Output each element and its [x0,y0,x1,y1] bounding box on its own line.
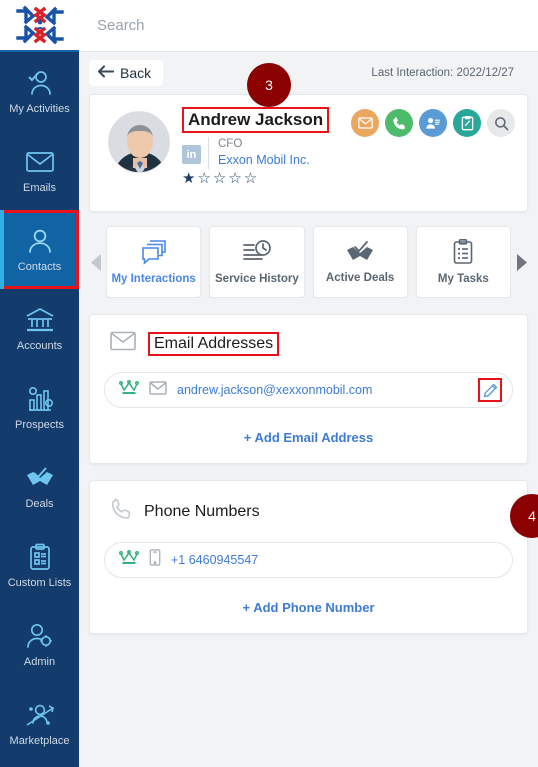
email-entry-row[interactable]: andrew.jackson@xexxonmobil.com [104,372,513,408]
clipboard-list-icon [28,542,52,572]
phone-numbers-section: Phone Numbers +1 6460945547 + Add Phone … [89,480,528,634]
clipboard-list-icon [452,239,474,268]
sidebar-item-contacts[interactable]: Contacts [0,210,79,289]
chat-stack-icon [140,239,168,268]
arrow-left-icon [97,65,115,81]
sidebar-item-label: Emails [22,182,56,194]
tabs-next-arrow[interactable] [514,253,528,271]
mobile-icon [149,549,161,571]
tab-service-history[interactable]: Service History [209,226,305,298]
sidebar: My Activities Emails Contacts Accounts P… [0,0,79,767]
sidebar-item-label: My Activities [9,103,70,115]
contact-action-buttons [351,109,515,137]
search-bar[interactable]: Search [79,0,538,52]
tab-list: My Interactions Service History Active D… [106,226,511,298]
app-root: My Activities Emails Contacts Accounts P… [0,0,538,767]
avatar [108,111,170,173]
phone-section-title: Phone Numbers [144,502,260,520]
user-icon [26,226,54,256]
phone-icon [110,497,132,526]
add-email-address-link[interactable]: + Add Email Address [104,430,513,445]
envelope-icon [110,331,136,356]
phone-section-header: Phone Numbers [104,497,513,526]
tabs-prev-arrow[interactable] [89,253,103,271]
contact-name: Andrew Jackson [182,107,330,133]
add-phone-number-link[interactable]: + Add Phone Number [104,600,513,615]
contact-meta: in CFO Exxon Mobil Inc. [182,137,515,169]
sidebar-item-label: Prospects [15,419,64,431]
phone-entry-row[interactable]: +1 6460945547 [104,542,513,578]
email-addresses-section: Email Addresses andrew.jackson@xexxonmob… [89,314,528,464]
app-logo[interactable] [0,0,79,52]
clock-list-icon [242,239,272,268]
handshake-check-icon [344,240,376,267]
contact-details: Andrew Jackson in CFO Exxon Mobil Inc. ★… [170,107,515,187]
crown-icon[interactable] [119,549,139,571]
contact-job-title: CFO [218,138,243,150]
sidebar-item-label: Custom Lists [7,577,72,589]
user-network-icon [24,700,56,730]
back-button[interactable]: Back [89,60,164,86]
edit-email-button[interactable] [478,378,502,402]
company-pinwheel-logo-icon [15,5,64,45]
sidebar-item-my-activities[interactable]: My Activities [0,52,79,131]
sidebar-item-custom-lists[interactable]: Custom Lists [0,526,79,605]
tab-label: Active Deals [325,272,395,284]
call-action-button[interactable] [385,109,413,137]
contact-company-link[interactable]: Exxon Mobil Inc. [218,152,310,169]
tab-label: Service History [215,273,299,285]
email-section-title: Email Addresses [148,331,280,356]
tab-active-deals[interactable]: Active Deals [312,226,408,298]
phone-value: +1 6460945547 [171,553,259,567]
linkedin-icon[interactable]: in [182,145,201,164]
annotation-badge-3: 3 [247,63,291,107]
sidebar-item-label: Contacts [17,261,62,273]
sidebar-item-label: Accounts [16,340,63,352]
back-button-label: Back [120,65,152,81]
sidebar-item-prospects[interactable]: Prospects [0,368,79,447]
envelope-icon [149,380,167,400]
note-action-button[interactable] [453,109,481,137]
sidebar-item-emails[interactable]: Emails [0,131,79,210]
send-email-action-button[interactable] [351,109,379,137]
sidebar-item-label: Admin [23,656,56,668]
sidebar-item-label: Marketplace [9,735,70,747]
sidebar-item-admin[interactable]: Admin [0,605,79,684]
email-value: andrew.jackson@xexxonmobil.com [177,383,373,397]
entity-tabs: My Interactions Service History Active D… [89,226,528,298]
user-check-icon [26,68,54,98]
contact-summary-card: Andrew Jackson in CFO Exxon Mobil Inc. ★… [89,94,528,212]
user-gear-icon [25,621,55,651]
bank-icon [25,305,55,335]
sidebar-item-deals[interactable]: Deals [0,447,79,526]
email-section-header: Email Addresses [104,331,513,356]
crown-icon[interactable] [119,379,139,401]
tab-label: My Tasks [437,273,489,285]
tab-label: My Interactions [111,273,196,285]
meeting-action-button[interactable] [419,109,447,137]
sidebar-item-marketplace[interactable]: Marketplace [0,684,79,763]
handshake-check-icon [24,463,56,493]
tab-my-interactions[interactable]: My Interactions [106,226,202,298]
last-interaction-text: Last Interaction: 2022/12/27 [371,67,514,79]
contact-photo [109,112,169,172]
sidebar-item-accounts[interactable]: Accounts [0,289,79,368]
content-area: Back Last Interaction: 2022/12/27 Andrew… [79,52,538,767]
envelope-icon [25,147,55,177]
tab-my-tasks[interactable]: My Tasks [415,226,511,298]
search-action-button[interactable] [487,109,515,137]
chart-gear-icon [25,384,55,414]
rating-stars[interactable]: ★☆☆☆☆ [182,171,515,187]
sidebar-item-label: Deals [25,498,54,510]
page-toolbar: Back Last Interaction: 2022/12/27 [89,52,528,94]
main-panel: Search Back Last Interaction: 2022/12/27 [79,0,538,767]
sidebar-nav: My Activities Emails Contacts Accounts P… [0,52,79,767]
search-input[interactable]: Search [97,17,145,34]
